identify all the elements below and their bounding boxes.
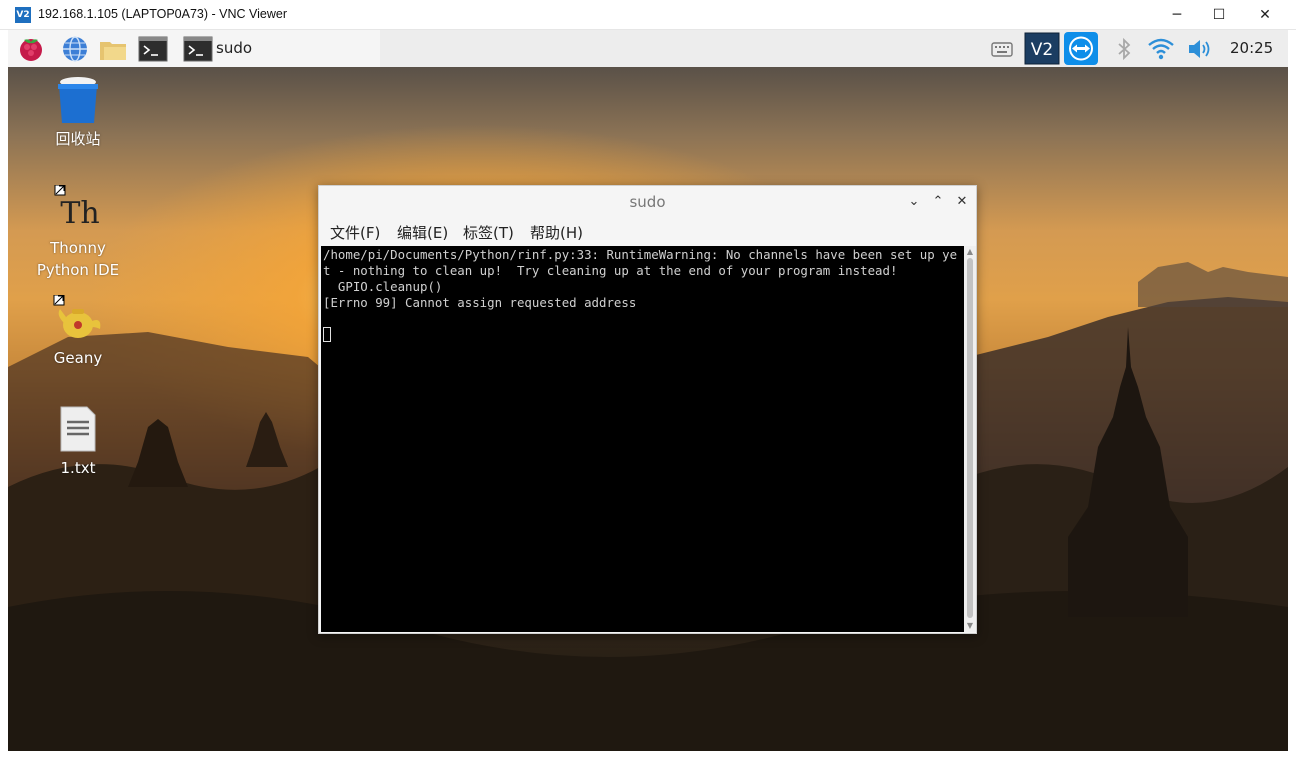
chevron-up-icon[interactable]: ⌃	[928, 192, 948, 212]
vnc-title-bar: V2 192.168.1.105 (LAPTOP0A73) - VNC View…	[0, 0, 1296, 30]
task-terminal-icon[interactable]	[183, 34, 213, 64]
terminal-output: /home/pi/Documents/Python/rinf.py:33: Ru…	[323, 247, 958, 310]
terminal-window: sudo ⌄ ⌃ ✕ 文件(F) 编辑(E) 标签(T) 帮助(H) /home…	[318, 185, 977, 634]
terminal-icon[interactable]	[138, 34, 168, 64]
menu-file[interactable]: 文件(F)	[330, 222, 380, 243]
clock[interactable]: 20:25	[1230, 39, 1273, 57]
geany-icon	[53, 294, 101, 338]
window-title: 192.168.1.105 (LAPTOP0A73) - VNC Viewer	[38, 7, 287, 21]
scroll-up-arrow-icon[interactable]: ▲	[965, 247, 975, 257]
vnc-viewer-icon: V2	[15, 7, 31, 23]
menu-tabs[interactable]: 标签(T)	[463, 222, 514, 243]
thonny-icon: Th	[54, 184, 100, 231]
menu-help[interactable]: 帮助(H)	[530, 222, 583, 243]
desktop-icon-thonny[interactable]: Th Thonny Python IDE	[23, 184, 133, 281]
teamviewer-icon[interactable]	[1064, 32, 1098, 65]
top-panel: sudo V2 20:25	[8, 30, 1288, 67]
wifi-icon[interactable]	[1146, 35, 1176, 63]
terminal-screen[interactable]: /home/pi/Documents/Python/rinf.py:33: Ru…	[321, 246, 964, 632]
terminal-scrollbar[interactable]: ▲ ▼	[964, 246, 976, 632]
terminal-cursor	[323, 327, 331, 342]
maximize-button[interactable]: ☐	[1196, 0, 1242, 30]
raspberry-menu-icon[interactable]	[16, 34, 46, 64]
web-browser-icon[interactable]	[60, 34, 90, 64]
file-manager-icon[interactable]	[98, 34, 128, 64]
scroll-down-arrow-icon[interactable]: ▼	[965, 621, 975, 631]
desktop-icon-trash[interactable]: 回收站	[23, 76, 133, 150]
scroll-thumb[interactable]	[967, 258, 973, 618]
chevron-down-icon[interactable]: ⌄	[904, 192, 924, 212]
desktop-icon-label: 回收站	[55, 130, 101, 148]
menu-bar: 文件(F) 编辑(E) 标签(T) 帮助(H)	[319, 218, 976, 246]
volume-icon[interactable]	[1186, 36, 1214, 62]
minimize-button[interactable]: ─	[1154, 0, 1200, 30]
terminal-title[interactable]: sudo	[319, 186, 976, 218]
vnc-server-icon[interactable]: V2	[1024, 32, 1060, 65]
svg-text:Th: Th	[60, 196, 99, 231]
desktop-icon-label: Geany	[53, 349, 103, 367]
close-icon[interactable]: ✕	[952, 192, 972, 212]
task-button-label[interactable]: sudo	[216, 39, 252, 57]
text-file-icon	[60, 406, 96, 452]
desktop-icon-geany[interactable]: Geany	[23, 294, 133, 369]
svg-text:V2: V2	[1031, 40, 1053, 60]
desktop-icon-label: 1.txt	[60, 459, 96, 477]
bluetooth-icon[interactable]	[1112, 36, 1136, 62]
desktop-icon-label: Thonny Python IDE	[36, 239, 120, 279]
trash-icon	[58, 77, 98, 123]
menu-edit[interactable]: 编辑(E)	[397, 222, 448, 243]
desktop-icon-text-file[interactable]: 1.txt	[23, 405, 133, 479]
close-button[interactable]: ✕	[1242, 0, 1288, 30]
keyboard-icon[interactable]	[990, 37, 1014, 61]
